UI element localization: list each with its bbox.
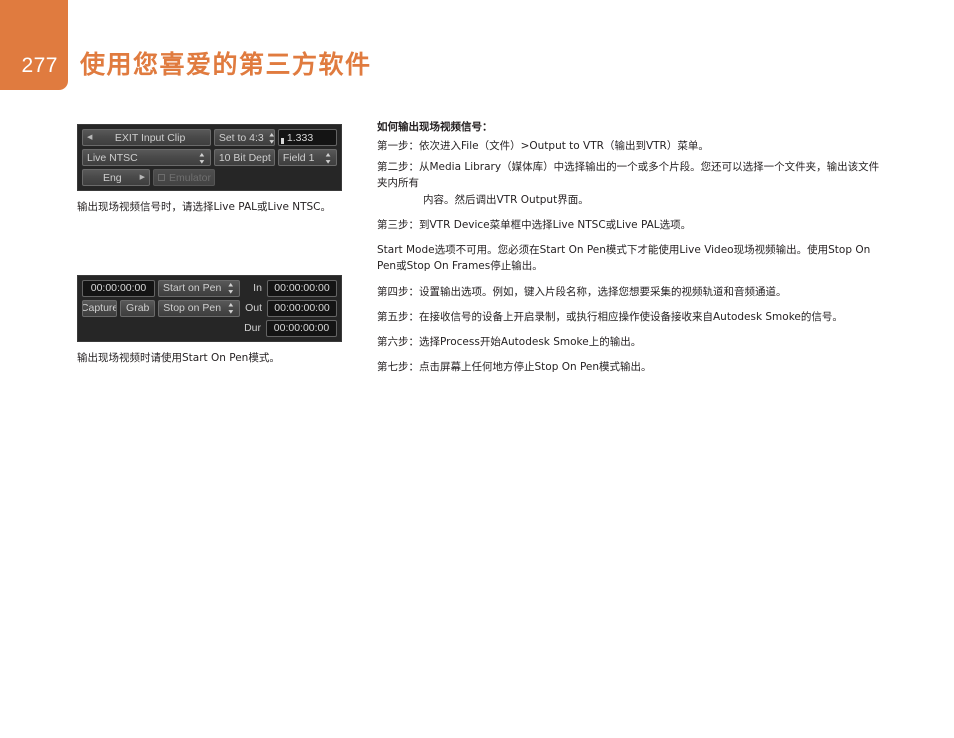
aspect-ratio-value: 1.333 [286, 131, 314, 144]
capture-row-3: Dur 00:00:00:00 [82, 319, 337, 337]
capture-row-1: 00:00:00:00 Start on Pen ▲ ▼ In 00:00:00:… [82, 279, 337, 297]
chevron-updown-icon: ▲▼ [268, 131, 274, 145]
chevron-updown-icon: ▲▼ [197, 150, 206, 165]
instruction-step-1: 第一步：依次进入File（文件）>Output to VTR（输出到VTR）菜单… [377, 139, 709, 152]
in-label: In [253, 282, 262, 295]
start-mode-dropdown[interactable]: Start on Pen ▲ ▼ [157, 279, 240, 297]
grab-label: Grab [126, 302, 150, 315]
eng-button[interactable]: Eng ▶ [82, 169, 150, 186]
capture-timecode-panel: 00:00:00:00 Start on Pen ▲ ▼ In 00:00:00:… [77, 274, 342, 342]
in-timecode-field[interactable]: 00:00:00:00 [266, 279, 337, 297]
instructions-heading: 如何输出现场视频信号： [377, 121, 493, 133]
instruction-step-4: 第四步：设置输出选项。例如，键入片段名称，选择您想要采集的视频轨道和音频通道。 [377, 285, 787, 298]
dur-label: Dur [244, 322, 262, 335]
stop-mode-dropdown[interactable]: Stop on Pen ▲ ▼ [158, 299, 240, 317]
instruction-step-7: 第七步：点击屏幕上任何地方停止Stop On Pen模式输出。 [377, 361, 652, 374]
start-mode-label: Start on Pen [162, 282, 222, 295]
text-caret [280, 138, 284, 144]
field-dominance-dropdown[interactable]: Field 1 ▲ ▼ [277, 149, 337, 166]
out-timecode-field[interactable]: 00:00:00:00 [267, 299, 337, 317]
capture-button[interactable]: Capture [82, 299, 118, 317]
instruction-step-5: 第五步：在接收信号的设备上开启录制，或执行相应操作使设备接收来自Autodesk… [377, 310, 843, 323]
aspect-ratio-label: Set to 4:3 [218, 131, 264, 144]
right-arrow-icon: ▶ [139, 174, 145, 181]
settings-row-1: ◀ EXIT Input Clip Set to 4:3 ▲▼ 1.333 [82, 129, 337, 146]
emulator-label: Emulator [169, 171, 212, 184]
instructions-column: 如何输出现场视频信号： 第一步：依次进入File（文件）>Output to V… [377, 120, 882, 385]
instruction-step-2-main: 第二步：从Media Library（媒体库）中选择输出的一个或多个片段。您还可… [377, 161, 880, 190]
page-title: 使用您喜爱的第三方软件 [80, 51, 372, 79]
vtr-output-settings-panel: ◀ EXIT Input Clip Set to 4:3 ▲▼ 1.333 Li… [77, 124, 342, 191]
vtr-device-label: Live NTSC [87, 151, 138, 164]
dur-timecode-value: 00:00:00:00 [273, 322, 330, 335]
stop-mode-label: Stop on Pen [163, 302, 222, 315]
dur-timecode-field[interactable]: 00:00:00:00 [266, 319, 337, 337]
figure2-caption: 输出现场视频时请使用Start On Pen模式。 [77, 351, 280, 364]
out-timecode-value: 00:00:00:00 [274, 302, 330, 315]
settings-row-3: Eng ▶ Emulator [82, 169, 337, 186]
instruction-step-6: 第六步：选择Process开始Autodesk Smoke上的输出。 [377, 336, 642, 349]
timecode-input[interactable]: 00:00:00:00 [82, 279, 155, 297]
chevron-updown-icon: ▲▼ [226, 281, 235, 296]
left-figure-column: ◀ EXIT Input Clip Set to 4:3 ▲▼ 1.333 Li… [77, 124, 342, 365]
instruction-step-3: 第三步：到VTR Device菜单框中选择Live NTSC或Live PAL选… [377, 218, 692, 231]
left-arrow-icon: ◀ [87, 134, 93, 141]
exit-input-clip-label: EXIT Input Clip [114, 131, 186, 144]
vtr-device-dropdown[interactable]: Live NTSC ▲ ▼ [82, 149, 211, 166]
capture-row-2: Capture Grab Stop on Pen ▲ ▼ Out 00:00:00… [82, 299, 337, 317]
timecode-value: 00:00:00:00 [90, 282, 147, 295]
chevron-updown-icon: ▲▼ [324, 150, 332, 165]
page-number: 277 [21, 54, 58, 77]
chevron-updown-icon: ▲▼ [226, 301, 235, 316]
in-timecode-value: 00:00:00:00 [274, 282, 330, 295]
eng-label: Eng [102, 171, 122, 184]
aspect-ratio-value-input[interactable]: 1.333 [277, 129, 337, 146]
bit-depth-label: 10 Bit Dept [218, 151, 271, 164]
checkbox-icon [158, 174, 165, 181]
row3-spacer [82, 320, 238, 337]
emulator-checkbox-button[interactable]: Emulator [153, 169, 215, 186]
capture-label: Capture [82, 302, 118, 315]
field-dominance-label: Field 1 [282, 151, 315, 164]
instruction-step-2: 第二步：从Media Library（媒体库）中选择输出的一个或多个片段。您还可… [377, 159, 882, 208]
instruction-note: Start Mode选项不可用。您必须在Start On Pen模式下才能使用L… [377, 244, 871, 273]
figure1-caption: 输出现场视频信号时，请选择Live PAL或Live NTSC。 [77, 201, 332, 213]
exit-input-clip-button[interactable]: ◀ EXIT Input Clip [82, 129, 211, 146]
out-label: Out [245, 302, 263, 315]
instruction-step-2-continued: 内容。然后调出VTR Output界面。 [423, 193, 589, 206]
bit-depth-dropdown[interactable]: 10 Bit Dept ▲▼ [213, 149, 275, 166]
grab-button[interactable]: Grab [120, 299, 156, 317]
aspect-ratio-dropdown[interactable]: Set to 4:3 ▲▼ [213, 129, 275, 146]
settings-row-2: Live NTSC ▲▼ 10 Bit Dept ▲▼ Field 1 ▲▼ [82, 149, 337, 166]
